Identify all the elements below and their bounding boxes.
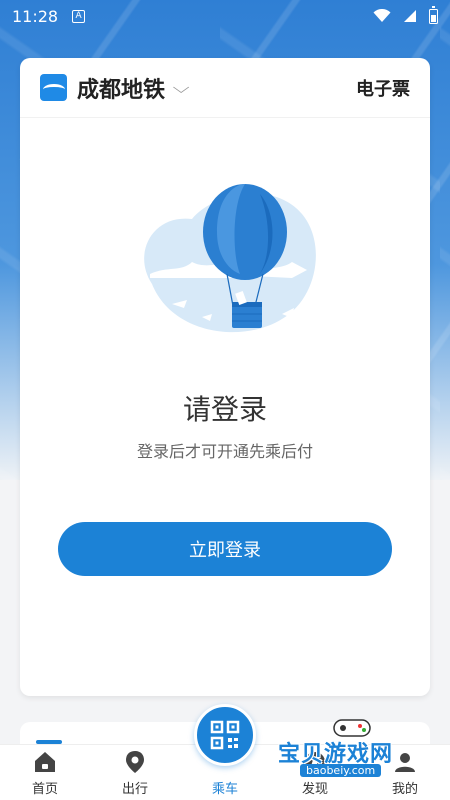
scan-ride-button[interactable] <box>194 704 256 766</box>
metro-logo-icon <box>40 74 67 101</box>
battery-icon <box>429 5 438 24</box>
tab-home[interactable]: 首页 <box>0 745 90 800</box>
card-header: 成都地铁 ⌵ 电子票 <box>20 58 430 118</box>
tab-home-label: 首页 <box>31 782 58 797</box>
status-bar: 11:28 A <box>0 0 450 32</box>
notification-badge-icon: A <box>72 9 86 23</box>
city-selector[interactable]: 成都地铁 <box>77 72 165 104</box>
login-card: 成都地铁 ⌵ 电子票 请登录 登录后才可开通先乘后付 立即登录 <box>20 58 430 696</box>
tab-travel[interactable]: 出行 <box>90 745 180 800</box>
qr-code-icon <box>210 720 240 750</box>
tab-travel-label: 出行 <box>121 782 148 797</box>
site-watermark: 宝贝游戏网 baobeiy.com <box>270 716 430 786</box>
location-pin-icon <box>126 751 144 773</box>
eticket-button[interactable]: 电子票 <box>356 75 410 101</box>
login-subtitle: 登录后才可开通先乘后付 <box>136 442 313 461</box>
wifi-icon <box>373 9 391 22</box>
home-icon <box>35 752 55 772</box>
status-time: 11:28 <box>12 6 59 26</box>
chevron-down-icon[interactable]: ⌵ <box>173 78 190 98</box>
signal-icon <box>404 10 416 22</box>
tab-ride-label: 乘车 <box>211 782 238 797</box>
balloon-illustration <box>144 184 316 333</box>
login-title: 请登录 <box>182 393 267 426</box>
watermark-url: baobeiy.com <box>300 764 382 777</box>
login-button[interactable]: 立即登录 <box>58 522 392 576</box>
